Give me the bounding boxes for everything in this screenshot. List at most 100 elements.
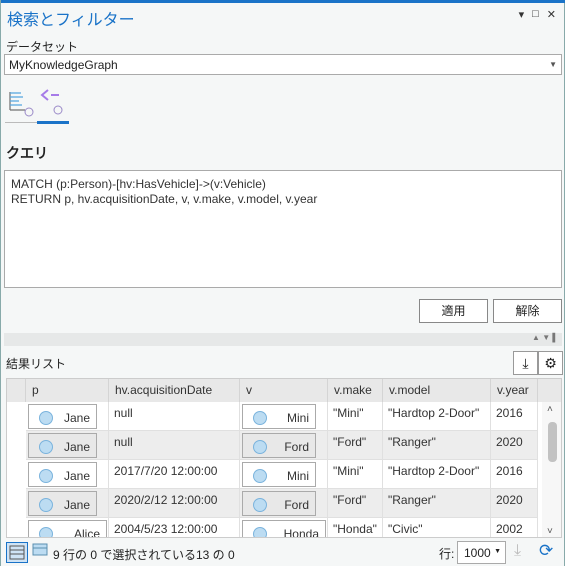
node-label: Ford: [284, 498, 309, 512]
column-header-make[interactable]: v.make: [328, 379, 383, 402]
node-label: Jane: [63, 498, 90, 512]
node-chip[interactable]: Ford: [242, 491, 316, 516]
scroll-down-icon[interactable]: ˅: [547, 526, 553, 537]
node-circle-icon: [253, 498, 267, 512]
node-circle-icon: [39, 498, 53, 512]
cell-acquisition-date: 2017/7/20 12:00:00: [109, 460, 240, 489]
table-row[interactable]: Jane 2017/7/20 12:00:00 Mini "Mini" "Hardtop…: [26, 460, 538, 489]
node-chip[interactable]: Honda: [242, 520, 326, 538]
show-all-records-button[interactable]: [6, 542, 28, 563]
table-icon: [9, 545, 25, 560]
rows-limit-value: 1000: [464, 546, 491, 560]
gear-icon: ⚙: [544, 355, 557, 371]
column-header-year[interactable]: v.year: [491, 379, 538, 402]
export-disabled-icon: ⤓: [514, 542, 522, 559]
tab-list-search[interactable]: [7, 88, 35, 118]
cell-vehicle: Mini: [240, 460, 328, 489]
table-selected-icon: [32, 543, 48, 556]
cell-make: "Mini": [328, 460, 383, 489]
column-header-acquisition-date[interactable]: hv.acquisitionDate: [109, 379, 240, 402]
table-row[interactable]: Jane 2020/2/12 12:00:00 Ford "Ford" "Ranger"…: [26, 489, 538, 518]
maximize-icon[interactable]: □: [532, 8, 539, 21]
vertical-scrollbar[interactable]: ˄ ˅: [542, 402, 561, 537]
apply-button[interactable]: 適用: [419, 299, 488, 323]
settings-button[interactable]: ⚙: [538, 351, 563, 375]
cell-model: "Ranger": [383, 489, 491, 518]
show-selected-records-button[interactable]: [32, 543, 48, 560]
status-bar: 9 行の 0 で選択されている13 の 0 行: 1000 ▼ ⤓ ⟳: [1, 540, 565, 566]
node-circle-icon: [39, 527, 53, 537]
dataset-value: MyKnowledgeGraph: [9, 58, 118, 72]
cell-model: "Hardtop 2-Door": [383, 460, 491, 489]
tab-selected-indicator: [37, 121, 69, 124]
query-textarea[interactable]: MATCH (p:Person)-[hv:HasVehicle]->(v:Veh…: [4, 170, 562, 288]
cell-year: 2002: [491, 518, 538, 537]
tab-query[interactable]: [39, 88, 67, 118]
cell-make: "Mini": [328, 402, 383, 431]
pane-title: 検索とフィルター: [7, 12, 135, 29]
scroll-up-icon[interactable]: ˄: [547, 404, 553, 415]
node-chip[interactable]: Alice: [28, 520, 107, 538]
node-circle-icon: [253, 440, 267, 454]
chevron-down-icon: ▼: [494, 548, 501, 555]
node-label: Alice: [73, 527, 100, 538]
node-chip[interactable]: Jane: [28, 404, 97, 429]
export-button[interactable]: ⤓: [513, 351, 538, 375]
table-row[interactable]: Alice 2004/5/23 12:00:00 Honda "Honda" "Civi…: [26, 518, 538, 538]
selection-status: 9 行の 0 で選択されている13 の 0: [53, 548, 235, 562]
cell-make: "Ford": [328, 489, 383, 518]
cell-acquisition-date: 2020/2/12 12:00:00: [109, 489, 240, 518]
dataset-select[interactable]: MyKnowledgeGraph ▼: [4, 54, 562, 75]
table-row[interactable]: Jane null Ford "Ford" "Ranger" 2020: [26, 431, 538, 460]
list-search-icon: [9, 92, 34, 117]
download-icon: ⤓: [522, 355, 529, 371]
cell-acquisition-date: null: [109, 431, 240, 460]
cell-vehicle: Ford: [240, 431, 328, 460]
refresh-icon[interactable]: ⟳: [539, 541, 553, 561]
rows-limit-select[interactable]: 1000 ▼: [457, 541, 506, 564]
node-label: Mini: [286, 411, 309, 425]
cell-vehicle: Ford: [240, 489, 328, 518]
query-label: クエリ: [6, 145, 48, 161]
cell-model: "Ranger": [383, 431, 491, 460]
window-controls: ▾ □ ✕: [519, 8, 556, 21]
dataset-label: データセット: [6, 40, 79, 54]
table-row[interactable]: Jane null Mini "Mini" "Hardtop 2-Door" 2016: [26, 402, 538, 431]
column-header-p[interactable]: p: [26, 379, 109, 402]
cell-person: Jane: [26, 402, 109, 431]
column-header-model[interactable]: v.model: [383, 379, 491, 402]
query-icon: [40, 89, 63, 115]
cell-make: "Ford": [328, 431, 383, 460]
node-circle-icon: [253, 411, 267, 425]
node-label: Jane: [63, 411, 90, 425]
close-icon[interactable]: ✕: [547, 8, 556, 21]
node-chip[interactable]: Jane: [28, 462, 97, 487]
cell-acquisition-date: 2004/5/23 12:00:00: [109, 518, 240, 537]
node-chip[interactable]: Mini: [242, 462, 316, 487]
cell-year: 2020: [491, 431, 538, 460]
scrollbar-thumb[interactable]: [548, 422, 557, 462]
cell-year: 2020: [491, 489, 538, 518]
pane-menu-icon[interactable]: ▾: [519, 8, 525, 21]
node-label: Jane: [63, 440, 90, 454]
node-circle-icon: [39, 411, 53, 425]
rows-label: 行:: [439, 547, 455, 561]
node-label: Honda: [283, 527, 319, 538]
splitter-arrows-icon: ▲ ▼ ▌: [532, 333, 558, 342]
node-chip[interactable]: Jane: [28, 491, 97, 516]
chevron-down-icon: ▼: [549, 60, 557, 69]
header-filler: [538, 379, 561, 402]
cell-person: Jane: [26, 431, 109, 460]
cell-vehicle: Mini: [240, 402, 328, 431]
cell-year: 2016: [491, 402, 538, 431]
column-header-v[interactable]: v: [240, 379, 328, 402]
results-table: p hv.acquisitionDate v v.make v.model v.…: [6, 378, 562, 538]
node-chip[interactable]: Mini: [242, 404, 316, 429]
clear-button[interactable]: 解除: [493, 299, 562, 323]
node-chip[interactable]: Ford: [242, 433, 316, 458]
node-circle-icon: [253, 469, 267, 483]
node-label: Jane: [63, 469, 90, 483]
node-circle-icon: [39, 440, 53, 454]
pane-splitter[interactable]: ▲ ▼ ▌: [4, 333, 562, 346]
node-chip[interactable]: Jane: [28, 433, 97, 458]
